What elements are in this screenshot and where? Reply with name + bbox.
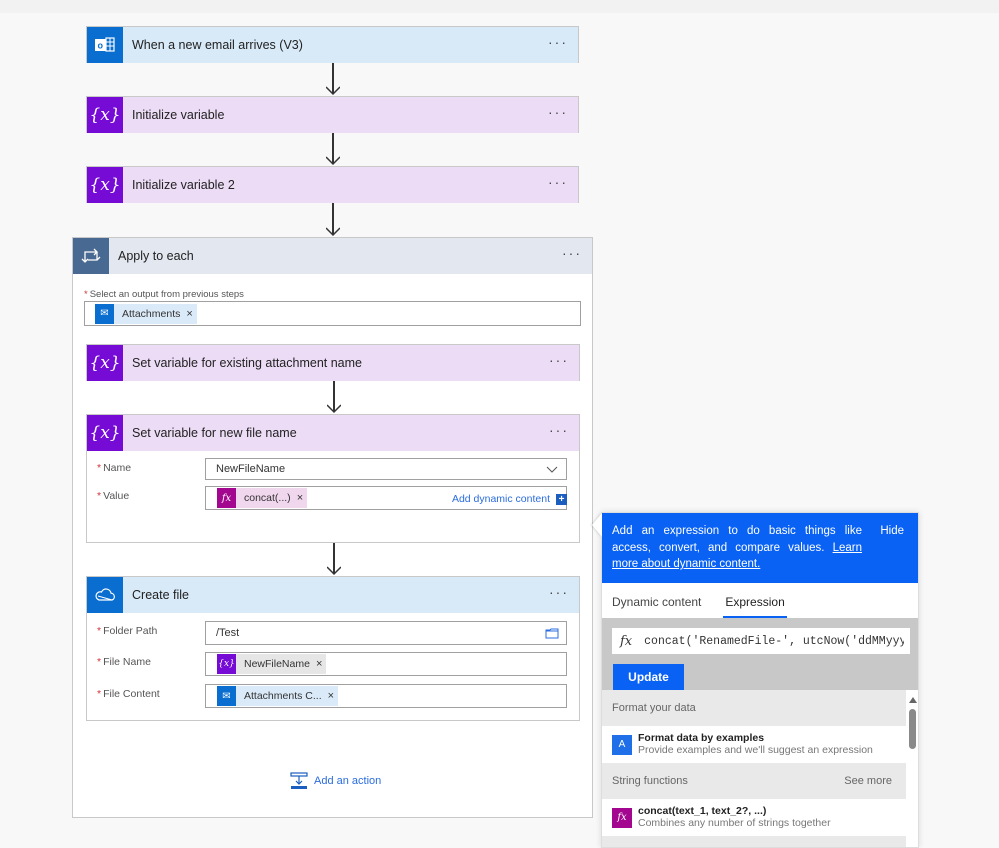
more-options-button[interactable]: ··· <box>562 246 582 260</box>
folder-path-label: * Folder Path <box>97 625 158 637</box>
select-output-label: * Select an output from previous steps <box>84 289 244 300</box>
dynamic-content-panel: Add an expression to do basic things lik… <box>601 512 919 848</box>
scroll-up-arrow-icon[interactable] <box>909 697 917 703</box>
remove-token-icon[interactable]: × <box>316 658 322 670</box>
more-options-button[interactable]: ··· <box>549 353 569 367</box>
remove-token-icon[interactable]: × <box>328 690 334 702</box>
panel-scrollbar[interactable] <box>908 695 918 845</box>
tab-expression[interactable]: Expression <box>723 583 788 618</box>
more-options-button[interactable]: ··· <box>548 175 568 189</box>
attachments-token[interactable]: ✉ Attachments × <box>95 303 197 324</box>
set-variable-existing-card[interactable]: {x} Set variable for existing attachment… <box>86 344 580 381</box>
more-options-button[interactable]: ··· <box>549 423 569 437</box>
folder-path-input[interactable]: /Test <box>205 621 567 645</box>
panel-pointer <box>592 513 602 537</box>
section-header-string-functions: String functions See more <box>602 763 906 799</box>
set-variable-new-card[interactable]: {x} Set variable for new file name ··· *… <box>86 414 580 543</box>
outlook-icon: ✉ <box>95 303 114 324</box>
hide-button[interactable]: Hide <box>880 523 904 540</box>
function-icon: fx <box>612 807 632 828</box>
variable-icon: {x} <box>87 345 123 381</box>
initialize-variable-card[interactable]: {x} Initialize variable ··· <box>86 96 579 133</box>
add-dynamic-content-button[interactable]: Add dynamic content + <box>452 493 567 505</box>
update-button[interactable]: Update <box>613 664 684 690</box>
remove-token-icon[interactable]: × <box>297 492 303 504</box>
plus-icon: + <box>556 493 567 505</box>
trigger-title: When a new email arrives (V3) <box>132 38 303 52</box>
scroll-thumb[interactable] <box>909 709 916 749</box>
file-content-input[interactable]: ✉ Attachments C... × <box>205 684 567 708</box>
card-title: Create file <box>132 588 189 602</box>
attachments-content-token[interactable]: ✉ Attachments C... × <box>217 686 339 706</box>
card-title: Initialize variable <box>132 108 225 122</box>
section-header-next <box>602 836 906 847</box>
connector-arrow <box>326 63 340 96</box>
card-title: Set variable for new file name <box>132 426 297 440</box>
value-label: * Value <box>97 490 130 502</box>
see-more-link[interactable]: See more <box>844 775 892 787</box>
remove-token-icon[interactable]: × <box>186 308 192 320</box>
expression-token[interactable]: fx concat(...) × <box>217 488 308 508</box>
variable-icon: {x} <box>87 415 123 451</box>
trigger-card[interactable]: o When a new email arrives (V3) ··· <box>86 26 579 63</box>
folder-picker-icon[interactable] <box>545 628 559 639</box>
onedrive-icon <box>87 577 123 613</box>
variable-icon: {x} <box>217 654 236 674</box>
variable-icon: {x} <box>87 167 123 203</box>
more-options-button[interactable]: ··· <box>548 35 568 49</box>
function-icon: fx <box>620 633 633 649</box>
file-content-label: * File Content <box>97 688 160 700</box>
outlook-icon: ✉ <box>217 686 236 706</box>
connector-arrow <box>326 133 340 166</box>
connector-arrow <box>326 203 340 237</box>
format-data-icon: A <box>612 734 632 755</box>
loop-icon <box>73 238 109 274</box>
more-options-button[interactable]: ··· <box>548 105 568 119</box>
top-bar <box>0 0 999 13</box>
variable-token[interactable]: {x} NewFileName × <box>217 654 327 674</box>
function-icon: fx <box>217 488 236 508</box>
list-item-concat[interactable]: fx concat(text_1, text_2?, ...) Combines… <box>602 799 906 836</box>
apply-to-each-container[interactable]: Apply to each ··· * Select an output from… <box>72 237 593 818</box>
connector-arrow <box>327 543 341 576</box>
add-an-action-button[interactable]: Add an action <box>290 772 381 790</box>
file-name-input[interactable]: {x} NewFileName × <box>205 652 567 676</box>
panel-tabs: Dynamic content Expression <box>602 583 918 618</box>
variable-icon: {x} <box>87 97 123 133</box>
file-name-label: * File Name <box>97 656 151 668</box>
expression-input[interactable] <box>644 634 905 648</box>
create-file-card[interactable]: Create file ··· * Folder Path /Test * File… <box>86 576 580 721</box>
tab-dynamic-content[interactable]: Dynamic content <box>612 583 701 618</box>
svg-text:o: o <box>98 41 104 51</box>
connector-arrow <box>327 381 341 414</box>
name-label: * Name <box>97 462 132 474</box>
chevron-down-icon <box>546 466 558 473</box>
name-dropdown[interactable]: NewFileName <box>205 458 567 480</box>
outlook-icon: o <box>87 27 123 63</box>
card-title: Initialize variable 2 <box>132 178 235 192</box>
initialize-variable-2-card[interactable]: {x} Initialize variable 2 ··· <box>86 166 579 203</box>
select-output-input[interactable]: ✉ Attachments × <box>84 301 581 326</box>
apply-to-each-title: Apply to each <box>118 249 194 263</box>
list-item-format-data-by-examples[interactable]: A Format data by examples Provide exampl… <box>602 726 906 763</box>
more-options-button[interactable]: ··· <box>549 585 569 599</box>
card-title: Set variable for existing attachment nam… <box>132 356 362 370</box>
expression-editor: fx Update <box>602 618 918 690</box>
expression-function-list: Format your data A Format data by exampl… <box>602 690 906 847</box>
panel-header: Add an expression to do basic things lik… <box>602 513 918 583</box>
add-action-icon <box>290 772 308 789</box>
section-header-format: Format your data <box>602 690 906 726</box>
